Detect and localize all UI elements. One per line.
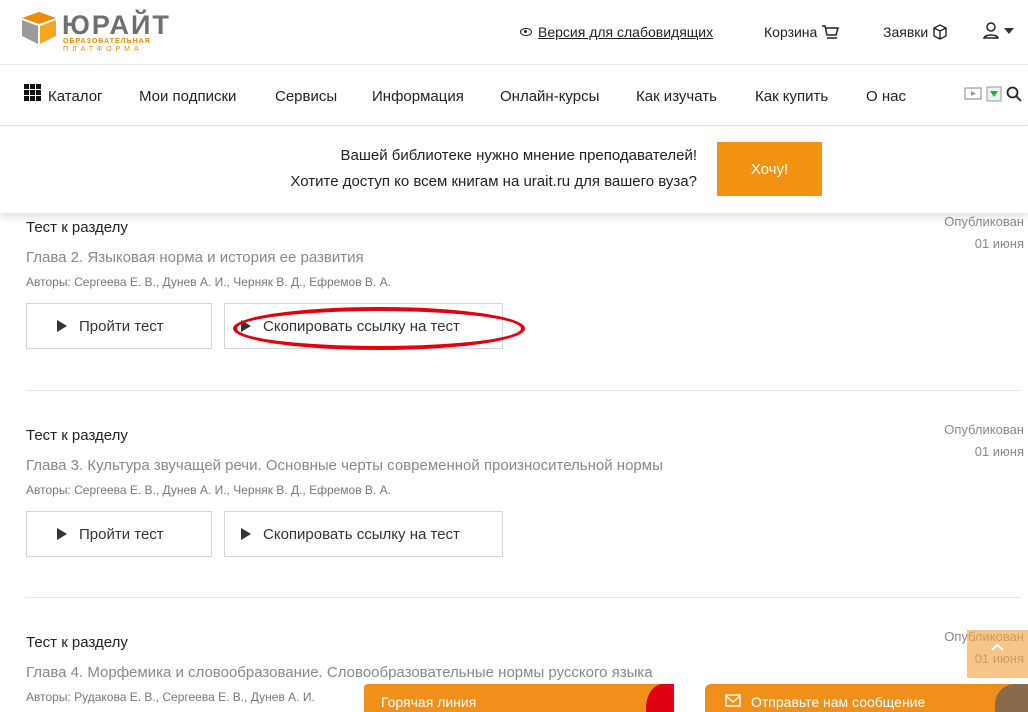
hotline-label: Горячая линия	[381, 694, 477, 710]
published-date: 01 июня	[974, 236, 1024, 251]
nav-item-subscriptions[interactable]: Мои подписки	[139, 88, 236, 105]
user-menu[interactable]	[982, 22, 1014, 40]
play-icon	[241, 528, 251, 540]
test-authors: Авторы: Рудакова Е. В., Сергеева Е. В., …	[26, 690, 315, 704]
test-item: Тест к разделу Глава 2. Языковая норма и…	[26, 214, 1028, 359]
download-icon[interactable]	[986, 86, 1002, 102]
nav-item-services[interactable]: Сервисы	[275, 88, 337, 105]
take-test-button[interactable]: Пройти тест	[26, 303, 212, 349]
test-label: Тест к разделу	[26, 219, 128, 236]
hotline-widget[interactable]: Горячая линия	[364, 684, 674, 712]
chevron-up-icon	[991, 643, 1004, 651]
message-accent	[995, 684, 1028, 712]
message-widget[interactable]: Отправьте нам сообщение	[705, 684, 1028, 712]
divider	[26, 597, 1021, 598]
test-chapter: Глава 4. Морфемика и словообразование. С…	[26, 664, 653, 681]
test-label: Тест к разделу	[26, 634, 128, 651]
nav-item-catalog[interactable]: Каталог	[48, 88, 103, 105]
test-authors: Авторы: Сергеева Е. В., Дунев А. И., Чер…	[26, 483, 391, 497]
user-icon	[983, 22, 999, 39]
cart-link[interactable]: Корзина	[764, 24, 840, 40]
take-test-button[interactable]: Пройти тест	[26, 511, 212, 557]
nav-item-info[interactable]: Информация	[372, 88, 464, 105]
published-label: Опубликован	[944, 214, 1024, 229]
test-item: Тест к разделу Глава 3. Культура звучаще…	[26, 422, 1028, 567]
nav-item-courses[interactable]: Онлайн-курсы	[500, 88, 599, 105]
nav-item-how-to-study[interactable]: Как изучать	[636, 88, 717, 105]
low-vision-link[interactable]: Версия для слабовидящих	[520, 24, 713, 40]
published-date: 01 июня	[974, 444, 1024, 459]
search-icon[interactable]	[1006, 86, 1022, 102]
test-authors: Авторы: Сергеева Е. В., Дунев А. И., Чер…	[26, 275, 391, 289]
promo-banner: Вашей библиотеке нужно мнение преподават…	[0, 127, 1028, 213]
divider	[26, 390, 1021, 391]
box-icon	[933, 24, 947, 40]
copy-link-label: Скопировать ссылку на тест	[263, 525, 460, 543]
play-icon	[57, 320, 67, 332]
envelope-icon	[725, 694, 741, 707]
test-chapter: Глава 2. Языковая норма и история ее раз…	[26, 249, 364, 266]
published-status: Опубликован 01 июня	[944, 419, 1024, 463]
copy-link-button[interactable]: Скопировать ссылку на тест	[224, 511, 503, 557]
take-test-label: Пройти тест	[79, 525, 164, 543]
want-button[interactable]: Хочу!	[717, 142, 822, 196]
chevron-down-icon	[1004, 28, 1014, 34]
hotline-accent	[646, 684, 674, 712]
nav-item-how-to-buy[interactable]: Как купить	[755, 88, 828, 105]
scroll-top-button[interactable]	[967, 630, 1028, 678]
nav-tools	[964, 86, 1022, 102]
main-nav: Каталог Мои подписки Сервисы Информация …	[0, 64, 1028, 126]
orders-link[interactable]: Заявки	[883, 24, 948, 40]
orders-label: Заявки	[883, 24, 929, 40]
nav-item-about[interactable]: О нас	[866, 88, 906, 105]
logo-subtitle: ОБРАЗОВАТЕЛЬНАЯ	[63, 38, 151, 45]
annotation-ellipse	[233, 307, 525, 350]
play-icon	[57, 528, 67, 540]
logo[interactable]: ЮРАЙТ ОБРАЗОВАТЕЛЬНАЯ ПЛАТФОРМА	[22, 10, 182, 53]
message-label: Отправьте нам сообщение	[751, 694, 926, 710]
top-bar: ЮРАЙТ ОБРАЗОВАТЕЛЬНАЯ ПЛАТФОРМА Версия д…	[0, 0, 1028, 64]
take-test-label: Пройти тест	[79, 317, 164, 335]
low-vision-label: Версия для слабовидящих	[538, 24, 714, 40]
cart-label: Корзина	[764, 24, 818, 40]
logo-title: ЮРАЙТ	[62, 10, 171, 40]
logo-subtitle-2: ПЛАТФОРМА	[63, 46, 143, 53]
video-icon[interactable]	[964, 86, 982, 102]
banner-line-1: Вашей библиотеке нужно мнение преподават…	[340, 147, 697, 164]
banner-line-2: Хотите доступ ко всем книгам на urait.ru…	[290, 173, 697, 190]
eye-icon	[520, 28, 532, 36]
test-chapter: Глава 3. Культура звучащей речи. Основны…	[26, 457, 663, 474]
catalog-grid-icon[interactable]	[24, 84, 41, 101]
published-status: Опубликован 01 июня	[944, 211, 1024, 255]
cart-icon	[822, 25, 840, 39]
logo-icon	[22, 12, 56, 44]
test-label: Тест к разделу	[26, 427, 128, 444]
published-label: Опубликован	[944, 422, 1024, 437]
